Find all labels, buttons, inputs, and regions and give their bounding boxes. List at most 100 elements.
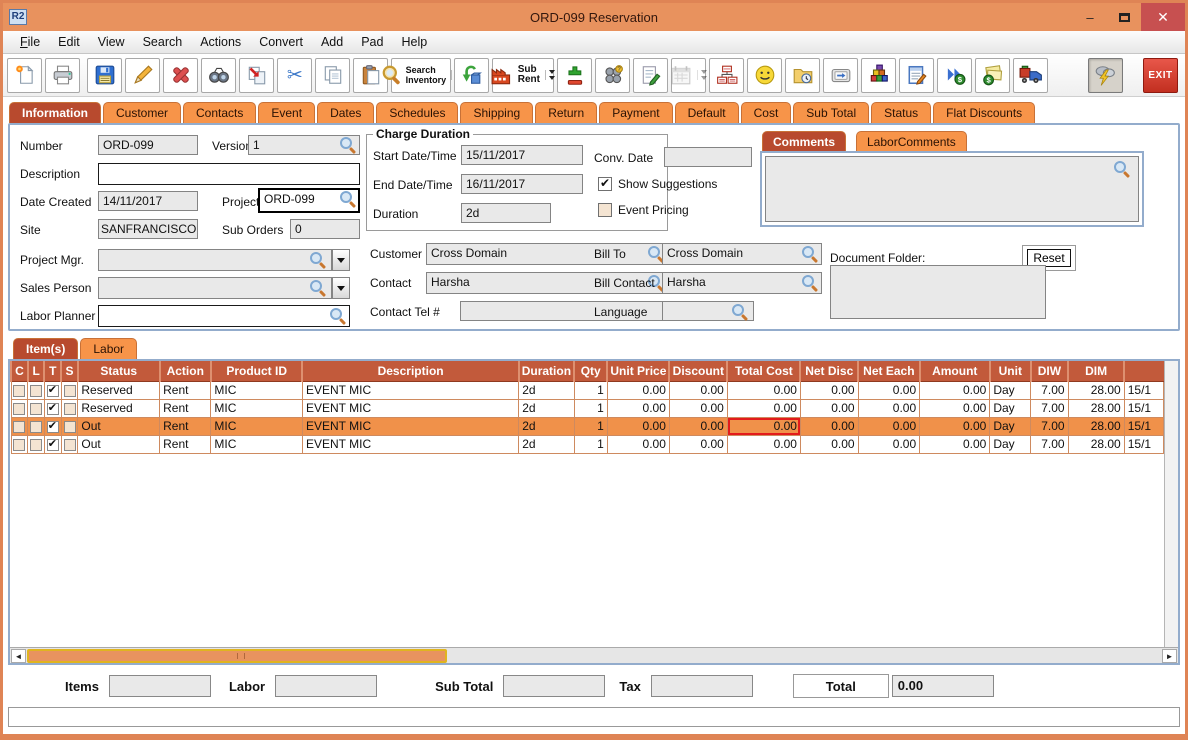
grid-checkbox-cell[interactable] (44, 435, 61, 453)
grid-cell-action[interactable]: Rent (160, 381, 211, 399)
grid-cell-unit[interactable]: Day (990, 417, 1031, 435)
grid-cell-extra[interactable]: 15/1 (1124, 399, 1163, 417)
project-mgr-search-icon[interactable] (310, 252, 326, 268)
grid-checkbox-cell[interactable] (28, 381, 45, 399)
grid-row[interactable]: OutRentMICEVENT MIC2d10.000.000.000.000.… (11, 417, 1164, 435)
labor-planner-field[interactable] (98, 305, 350, 327)
unchecked-checkbox-icon[interactable] (64, 403, 76, 415)
tab-information[interactable]: Information (9, 102, 101, 123)
grid-cell-product_id[interactable]: MIC (211, 381, 303, 399)
tab-sub-total[interactable]: Sub Total (793, 102, 869, 123)
bill-to-field[interactable]: Cross Domain (662, 243, 822, 265)
grid-column-header[interactable]: L (28, 361, 45, 381)
grid-column-header[interactable]: Unit Price (607, 361, 669, 381)
tab-contacts[interactable]: Contacts (183, 102, 256, 123)
grid-cell-net_each[interactable]: 0.00 (858, 417, 920, 435)
tab-shipping[interactable]: Shipping (460, 102, 533, 123)
grid-cell-amount[interactable]: 0.00 (920, 399, 990, 417)
grid-column-header[interactable] (1124, 361, 1163, 381)
grid-cell-action[interactable]: Rent (160, 399, 211, 417)
sales-person-dropdown[interactable] (332, 277, 350, 299)
new-document-button[interactable] (7, 58, 42, 93)
checked-checkbox-icon[interactable] (47, 439, 59, 451)
unchecked-checkbox-icon[interactable] (30, 421, 42, 433)
grid-cell-extra[interactable]: 15/1 (1124, 417, 1163, 435)
comments-search-icon[interactable] (1114, 161, 1130, 177)
grid-checkbox-cell[interactable] (61, 435, 78, 453)
grid-cell-net_disc[interactable]: 0.00 (800, 417, 858, 435)
grid-cell-total_cost[interactable]: 0.00 (727, 399, 800, 417)
grid-cell-product_id[interactable]: MIC (211, 399, 303, 417)
tab-schedules[interactable]: Schedules (376, 102, 458, 123)
delivery-button[interactable] (1013, 58, 1048, 93)
grid-checkbox-cell[interactable] (44, 399, 61, 417)
grid-cell-description[interactable]: EVENT MIC (302, 399, 518, 417)
grid-checkbox-cell[interactable] (28, 399, 45, 417)
menu-edit[interactable]: Edit (49, 33, 89, 51)
tab-payment[interactable]: Payment (599, 102, 672, 123)
grid-cell-unit[interactable]: Day (990, 435, 1031, 453)
grid-column-header[interactable]: DIW (1031, 361, 1068, 381)
calendar-button[interactable] (671, 58, 706, 93)
grid-column-header[interactable]: Total Cost (727, 361, 800, 381)
sales-person-search-icon[interactable] (310, 280, 326, 296)
grid-cell-net_disc[interactable]: 0.00 (800, 399, 858, 417)
grid-cell-qty[interactable]: 1 (574, 435, 607, 453)
grid-checkbox-cell[interactable] (11, 417, 28, 435)
menu-convert[interactable]: Convert (250, 33, 312, 51)
tab-labor-comments[interactable]: LaborComments (856, 131, 967, 151)
unchecked-checkbox-icon[interactable] (13, 421, 25, 433)
grid-cell-extra[interactable]: 15/1 (1124, 381, 1163, 399)
tab-default[interactable]: Default (675, 102, 739, 123)
comments-textarea[interactable] (765, 156, 1139, 222)
menu-actions[interactable]: Actions (191, 33, 250, 51)
grid-row[interactable]: ReservedRentMICEVENT MIC2d10.000.000.000… (11, 381, 1164, 399)
grid-cell-description[interactable]: EVENT MIC (302, 417, 518, 435)
tab-customer[interactable]: Customer (103, 102, 181, 123)
grid-cell-duration[interactable]: 2d (519, 381, 574, 399)
sales-person-field[interactable] (98, 277, 332, 299)
event-pricing-checkbox[interactable] (598, 203, 612, 217)
grid-cell-duration[interactable]: 2d (519, 417, 574, 435)
grid-cell-status[interactable]: Out (78, 435, 160, 453)
description-field[interactable] (98, 163, 360, 185)
grid-column-header[interactable]: Qty (574, 361, 607, 381)
grid-cell-amount[interactable]: 0.00 (920, 417, 990, 435)
grid-cell-unit_price[interactable]: 0.00 (607, 399, 669, 417)
grid-column-header[interactable]: T (44, 361, 61, 381)
exit-button[interactable]: EXIT (1143, 58, 1178, 93)
save-button[interactable] (87, 58, 122, 93)
price-forward-button[interactable]: $ (937, 58, 972, 93)
menu-file[interactable]: File (11, 33, 49, 51)
grid-column-header[interactable]: S (61, 361, 78, 381)
grid-row[interactable]: OutRentMICEVENT MIC2d10.000.000.000.000.… (11, 435, 1164, 453)
grid-cell-discount[interactable]: 0.00 (669, 381, 727, 399)
grid-cell-total_cost[interactable]: 0.00 (727, 435, 800, 453)
grid-cell-duration[interactable]: 2d (519, 435, 574, 453)
checked-checkbox-icon[interactable] (47, 385, 59, 397)
minimize-button[interactable]: – (1073, 3, 1107, 31)
grid-cell-qty[interactable]: 1 (574, 399, 607, 417)
grid-column-header[interactable]: Duration (519, 361, 574, 381)
menu-search[interactable]: Search (134, 33, 192, 51)
grid-cell-diw[interactable]: 7.00 (1031, 381, 1068, 399)
grid-checkbox-cell[interactable] (28, 435, 45, 453)
project-search-icon[interactable] (340, 191, 356, 207)
grid-row[interactable]: ReservedRentMICEVENT MIC2d10.000.000.000… (11, 399, 1164, 417)
grid-checkbox-cell[interactable] (61, 417, 78, 435)
grid-column-header[interactable]: Unit (990, 361, 1031, 381)
grid-column-header[interactable]: C (11, 361, 28, 381)
grid-cell-status[interactable]: Reserved (78, 399, 160, 417)
grid-column-header[interactable]: Product ID (211, 361, 303, 381)
show-suggestions-checkbox[interactable] (598, 177, 612, 191)
unchecked-checkbox-icon[interactable] (30, 385, 42, 397)
grid-checkbox-cell[interactable] (28, 417, 45, 435)
grid-checkbox-cell[interactable] (61, 399, 78, 417)
tab-status[interactable]: Status (871, 102, 931, 123)
grid-cell-unit[interactable]: Day (990, 399, 1031, 417)
history-folder-button[interactable] (785, 58, 820, 93)
grid-column-header[interactable]: DIM (1068, 361, 1124, 381)
print-button[interactable] (45, 58, 80, 93)
checked-checkbox-icon[interactable] (47, 403, 59, 415)
grid-cell-net_each[interactable]: 0.00 (858, 381, 920, 399)
